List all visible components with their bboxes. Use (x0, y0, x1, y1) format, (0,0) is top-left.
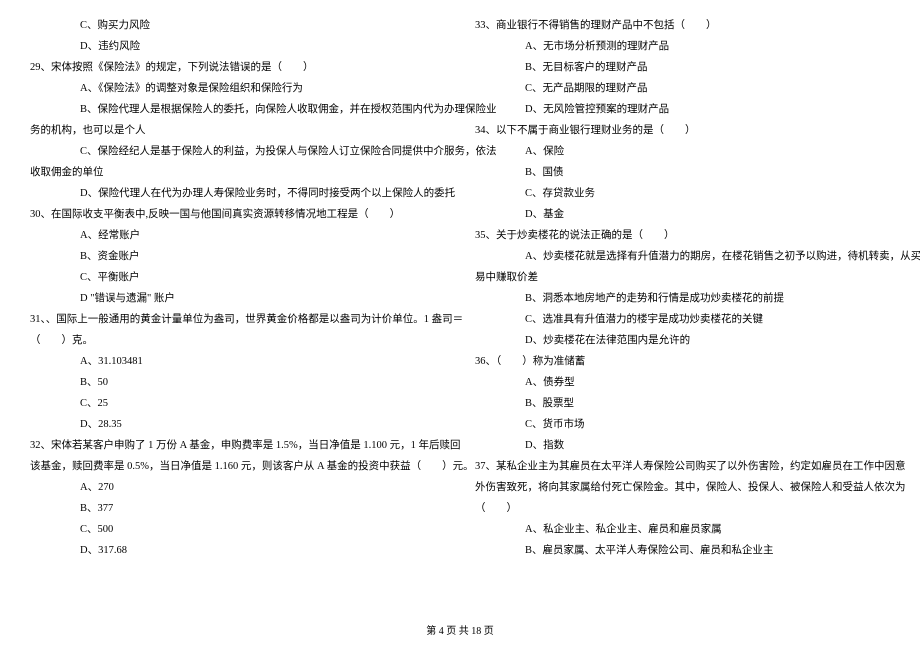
question-continuation: 该基金，赎回费率是 0.5%，当日净值是 1.160 元，则该客户从 A 基金的… (30, 456, 445, 477)
option-text: A、经常账户 (30, 225, 445, 246)
option-continuation: 易中赚取价差 (475, 267, 890, 288)
option-text: C、购买力风险 (30, 15, 445, 36)
option-text: B、雇员家属、太平洋人寿保险公司、雇员和私企业主 (475, 540, 890, 561)
option-text: D、无风险管控预案的理财产品 (475, 99, 890, 120)
option-text: A、炒卖楼花就是选择有升值潜力的期房，在楼花销售之初予以购进，待机转卖，从买卖交 (475, 246, 890, 267)
question-text: 30、在国际收支平衡表中,反映一国与他国间真实资源转移情况地工程是（ ） (30, 204, 445, 225)
option-text: C、选准具有升值潜力的楼宇是成功炒卖楼花的关键 (475, 309, 890, 330)
question-text: 32、宋体若某客户申购了 1 万份 A 基金，申购费率是 1.5%，当日净值是 … (30, 435, 445, 456)
option-text: C、500 (30, 519, 445, 540)
option-text: B、股票型 (475, 393, 890, 414)
page-footer: 第 4 页 共 18 页 (0, 622, 920, 642)
option-text: B、50 (30, 372, 445, 393)
option-text: C、存贷款业务 (475, 183, 890, 204)
option-text: B、国债 (475, 162, 890, 183)
option-text: A、无市场分析预测的理财产品 (475, 36, 890, 57)
question-text: 37、某私企业主为其雇员在太平洋人寿保险公司购买了以外伤害险，约定如雇员在工作中… (475, 456, 890, 477)
option-text: C、平衡账户 (30, 267, 445, 288)
question-text: 29、宋体按照《保险法》的规定，下列说法错误的是（ ） (30, 57, 445, 78)
option-text: A、《保险法》的调整对象是保险组织和保险行为 (30, 78, 445, 99)
option-continuation: 收取佣金的单位 (30, 162, 445, 183)
option-text: D、28.35 (30, 414, 445, 435)
question-text: 35、关于炒卖楼花的说法正确的是（ ） (475, 225, 890, 246)
question-text: 36、（ ）称为准储蓄 (475, 351, 890, 372)
question-text: 31、、国际上一般通用的黄金计量单位为盎司，世界黄金价格都是以盎司为计价单位。1… (30, 309, 445, 330)
question-text: 33、商业银行不得销售的理财产品中不包括（ ） (475, 15, 890, 36)
option-text: B、资金账户 (30, 246, 445, 267)
option-text: A、270 (30, 477, 445, 498)
question-continuation: 外伤害致死，将向其家属给付死亡保险金。其中，保险人、投保人、被保险人和受益人依次… (475, 477, 890, 498)
question-continuation: （ ）克。 (30, 330, 445, 351)
left-column: C、购买力风险 D、违约风险 29、宋体按照《保险法》的规定，下列说法错误的是（… (30, 15, 445, 561)
option-text: B、保险代理人是根据保险人的委托，向保险人收取佣金，并在授权范围内代为办理保险业 (30, 99, 445, 120)
option-text: A、私企业主、私企业主、雇员和雇员家属 (475, 519, 890, 540)
option-text: A、31.103481 (30, 351, 445, 372)
option-text: D、违约风险 (30, 36, 445, 57)
option-text: D、317.68 (30, 540, 445, 561)
option-text: B、无目标客户的理财产品 (475, 57, 890, 78)
question-text: 34、以下不属于商业银行理财业务的是（ ） (475, 120, 890, 141)
option-text: B、洞悉本地房地产的走势和行情是成功炒卖楼花的前提 (475, 288, 890, 309)
option-text: C、25 (30, 393, 445, 414)
question-continuation: （ ） (475, 498, 890, 519)
option-text: D、基金 (475, 204, 890, 225)
option-text: C、货币市场 (475, 414, 890, 435)
option-text: A、债券型 (475, 372, 890, 393)
option-text: C、保险经纪人是基于保险人的利益，为投保人与保险人订立保险合同提供中介服务，依法 (30, 141, 445, 162)
option-text: C、无产品期限的理财产品 (475, 78, 890, 99)
option-text: D、保险代理人在代为办理人寿保险业务时，不得同时接受两个以上保险人的委托 (30, 183, 445, 204)
option-text: D、炒卖楼花在法律范围内是允许的 (475, 330, 890, 351)
option-text: A、保险 (475, 141, 890, 162)
option-continuation: 务的机构，也可以是个人 (30, 120, 445, 141)
option-text: D、指数 (475, 435, 890, 456)
option-text: D "错误与遗漏" 账户 (30, 288, 445, 309)
option-text: B、377 (30, 498, 445, 519)
right-column: 33、商业银行不得销售的理财产品中不包括（ ） A、无市场分析预测的理财产品 B… (475, 15, 890, 561)
